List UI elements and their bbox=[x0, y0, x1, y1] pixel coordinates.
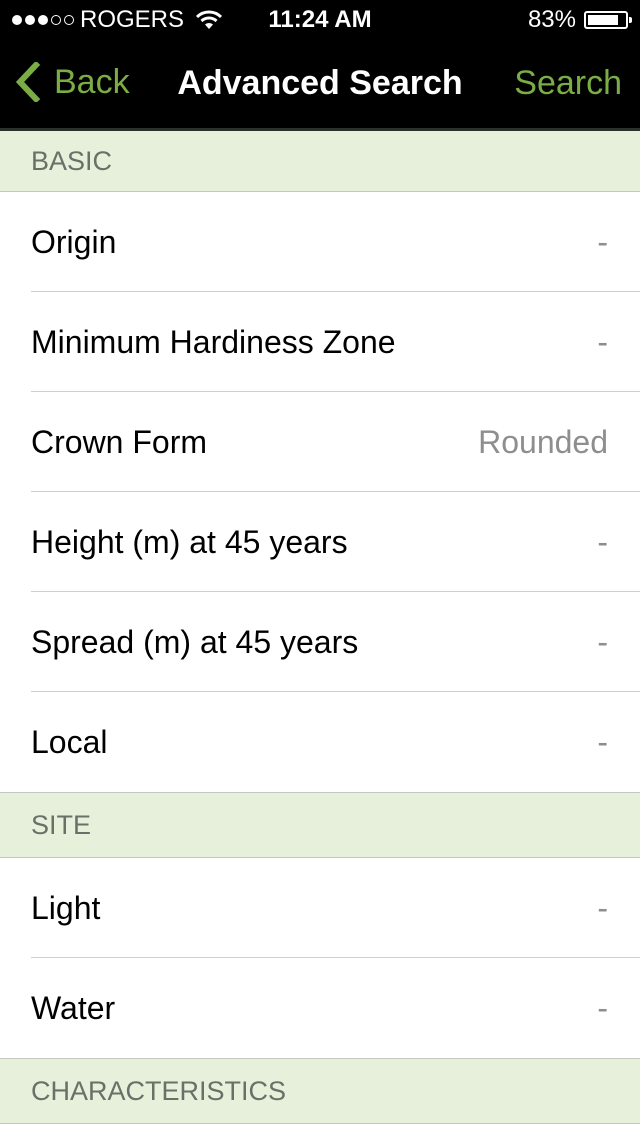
status-right: 83% bbox=[527, 6, 632, 34]
section-header-site: SITE bbox=[0, 792, 640, 858]
row-spread[interactable]: Spread (m) at 45 years - bbox=[0, 592, 640, 692]
battery-percent: 83% bbox=[527, 6, 576, 33]
row-value: - bbox=[597, 890, 608, 926]
search-button[interactable]: Search bbox=[514, 64, 622, 103]
row-label: Light bbox=[31, 890, 101, 926]
row-value: Rounded bbox=[478, 424, 608, 460]
row-value: - bbox=[597, 990, 608, 1026]
row-value: - bbox=[597, 324, 608, 360]
row-value: - bbox=[597, 524, 608, 560]
status-bar: ROGERS 11:24 AM 83% bbox=[0, 0, 640, 40]
search-form-list: BASIC Origin - Minimum Hardiness Zone - … bbox=[0, 131, 640, 1124]
row-crown-form[interactable]: Crown Form Rounded bbox=[0, 392, 640, 492]
row-label: Origin bbox=[31, 224, 117, 260]
row-local[interactable]: Local - bbox=[0, 692, 640, 792]
row-label: Minimum Hardiness Zone bbox=[31, 324, 396, 360]
battery-fill bbox=[588, 15, 618, 25]
row-origin[interactable]: Origin - bbox=[0, 192, 640, 292]
row-water[interactable]: Water - bbox=[0, 958, 640, 1058]
row-label: Height (m) at 45 years bbox=[31, 524, 348, 560]
battery-nub bbox=[629, 17, 632, 23]
row-value: - bbox=[597, 724, 608, 760]
row-minimum-hardiness-zone[interactable]: Minimum Hardiness Zone - bbox=[0, 292, 640, 392]
navigation-bar: Back Advanced Search Search bbox=[0, 40, 640, 128]
row-label: Spread (m) at 45 years bbox=[31, 624, 359, 660]
row-value: - bbox=[597, 224, 608, 260]
back-button[interactable]: Back bbox=[14, 62, 130, 102]
row-height[interactable]: Height (m) at 45 years - bbox=[0, 492, 640, 592]
row-light[interactable]: Light - bbox=[0, 858, 640, 958]
row-label: Local bbox=[31, 724, 108, 760]
section-header-characteristics: CHARACTERISTICS bbox=[0, 1058, 640, 1124]
row-label: Water bbox=[31, 990, 116, 1026]
battery-icon bbox=[584, 11, 632, 29]
chevron-left-icon bbox=[15, 62, 40, 102]
back-label: Back bbox=[54, 62, 130, 101]
row-label: Crown Form bbox=[31, 424, 208, 460]
row-value: - bbox=[597, 624, 608, 660]
section-header-basic: BASIC bbox=[0, 131, 640, 192]
